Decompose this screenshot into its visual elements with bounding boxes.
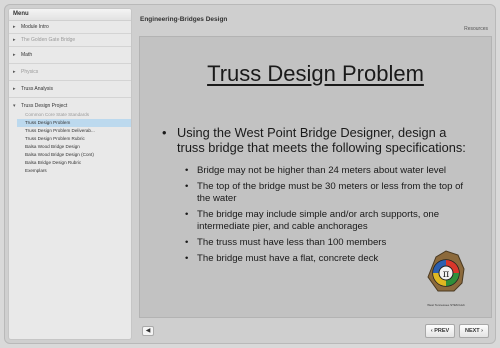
next-button[interactable]: NEXT › xyxy=(459,324,489,338)
menu-header: Menu xyxy=(9,9,131,21)
slide-canvas: Truss Design Problem • Using the West Po… xyxy=(139,36,492,318)
volume-button[interactable]: ◀ xyxy=(142,326,154,336)
triangle-down-icon: ▾ xyxy=(13,103,16,109)
spec-item: Bridge may not be higher than 24 meters … xyxy=(185,165,475,177)
submenu-item-truss-design-problem[interactable]: Truss Design Problem xyxy=(17,119,131,127)
triangle-right-icon: ▸ xyxy=(13,37,16,43)
spec-item: The top of the bridge must be 30 meters … xyxy=(185,181,475,205)
triangle-right-icon: ▸ xyxy=(13,52,16,58)
spec-item: The bridge may include simple and/or arc… xyxy=(185,209,475,233)
speaker-icon: ◀ xyxy=(145,328,151,334)
resources-link[interactable]: Resources xyxy=(464,26,488,32)
title-bar: Engineering-Bridges Design Resources xyxy=(136,8,492,34)
menu-item-truss-design-project[interactable]: ▾ Truss Design Project Common Core State… xyxy=(9,98,131,180)
submenu-item-problem-rubric[interactable]: Truss Design Problem Rubric xyxy=(21,135,127,143)
sidebar-menu: Menu ▸ Module Intro ▸ The Golden Gate Br… xyxy=(8,8,132,340)
main-bullet-text: Using the West Point Bridge Designer, de… xyxy=(177,125,466,155)
submenu-item-balsa-design-cont[interactable]: Balsa Wood Bridge Design (Cont) xyxy=(21,151,127,159)
submenu-item-balsa-rubric[interactable]: Balsa Bridge Design Rubric xyxy=(21,159,127,167)
pi-symbol: π xyxy=(443,269,450,280)
main-bullet: • Using the West Point Bridge Designer, … xyxy=(162,125,477,155)
submenu-item-standards[interactable]: Common Core State Standards xyxy=(21,111,127,119)
menu-item-golden-gate[interactable]: ▸ The Golden Gate Bridge xyxy=(9,34,131,47)
player-controls: ◀ ‹ PREV NEXT › xyxy=(139,320,492,342)
triangle-right-icon: ▸ xyxy=(13,69,16,75)
prev-button[interactable]: ‹ PREV xyxy=(425,324,455,338)
course-title: Engineering-Bridges Design xyxy=(140,16,228,23)
submenu-item-deliverables[interactable]: Truss Design Problem Deliverab... xyxy=(21,127,127,135)
menu-list: ▸ Module Intro ▸ The Golden Gate Bridge … xyxy=(9,21,131,180)
submenu-item-balsa-design[interactable]: Balsa Wood Bridge Design xyxy=(21,143,127,151)
menu-item-label: Truss Design Project xyxy=(21,103,68,109)
submenu-list: Common Core State Standards Truss Design… xyxy=(17,111,131,175)
submenu-item-exemplars[interactable]: Exemplars xyxy=(21,167,127,175)
menu-item-truss-analysis[interactable]: ▸ Truss Analysis xyxy=(9,81,131,98)
bullet-icon: • xyxy=(162,125,167,140)
menu-item-physics[interactable]: ▸ Physics xyxy=(9,64,131,81)
menu-item-label: Truss Analysis xyxy=(21,86,54,92)
logo-caption: West Tennessee STEM Hub xyxy=(427,303,465,307)
menu-item-label: Math xyxy=(21,52,33,58)
triangle-right-icon: ▸ xyxy=(13,86,16,92)
menu-item-module-intro[interactable]: ▸ Module Intro xyxy=(9,21,131,34)
slide-title: Truss Design Problem xyxy=(207,61,424,86)
menu-item-math[interactable]: ▸ Math xyxy=(9,47,131,64)
menu-item-label: Physics xyxy=(21,69,39,75)
menu-item-label: Module Intro xyxy=(21,24,49,30)
stem-hub-logo: π xyxy=(427,250,465,292)
triangle-right-icon: ▸ xyxy=(13,24,16,30)
menu-item-label: The Golden Gate Bridge xyxy=(21,37,76,43)
